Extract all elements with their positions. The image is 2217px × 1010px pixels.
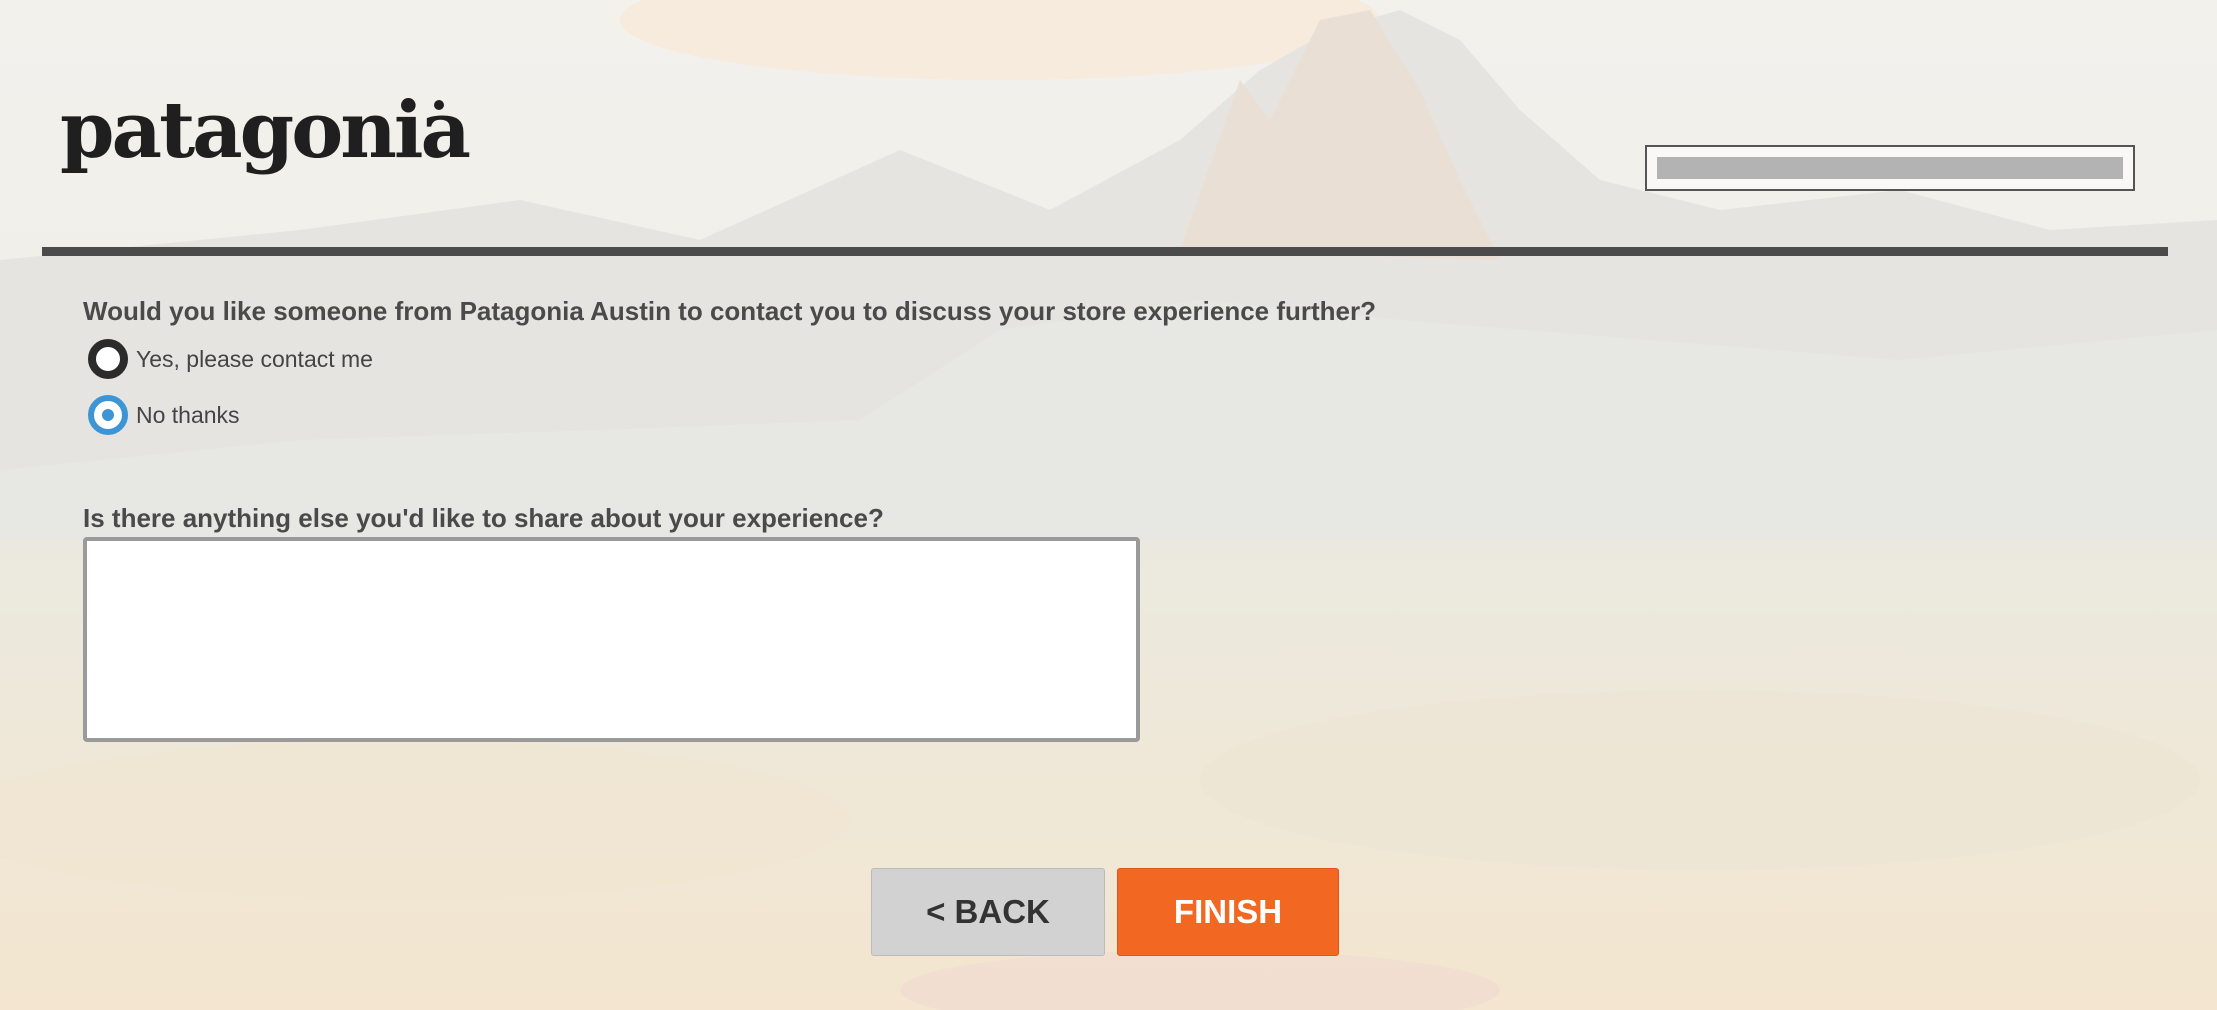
radio-selected-icon[interactable] xyxy=(88,395,128,435)
header-divider xyxy=(42,247,2168,256)
radio-unselected-icon[interactable] xyxy=(88,339,128,379)
patagonia-logo: patagonia xyxy=(60,85,471,176)
progress-bar-fill xyxy=(1657,157,2123,179)
contact-question: Would you like someone from Patagonia Au… xyxy=(83,296,1377,326)
share-experience-textarea[interactable] xyxy=(83,537,1140,742)
finish-button[interactable]: FINISH xyxy=(1117,868,1339,956)
share-question: Is there anything else you'd like to sha… xyxy=(83,503,884,533)
survey-progress-bar xyxy=(1645,145,2135,191)
registered-mark-icon xyxy=(434,100,444,110)
back-button[interactable]: < BACK xyxy=(871,868,1105,956)
option-label: Yes, please contact me xyxy=(136,345,373,372)
option-no-thanks[interactable]: No thanks xyxy=(88,395,240,435)
option-yes-contact[interactable]: Yes, please contact me xyxy=(88,339,373,379)
option-label: No thanks xyxy=(136,401,240,428)
